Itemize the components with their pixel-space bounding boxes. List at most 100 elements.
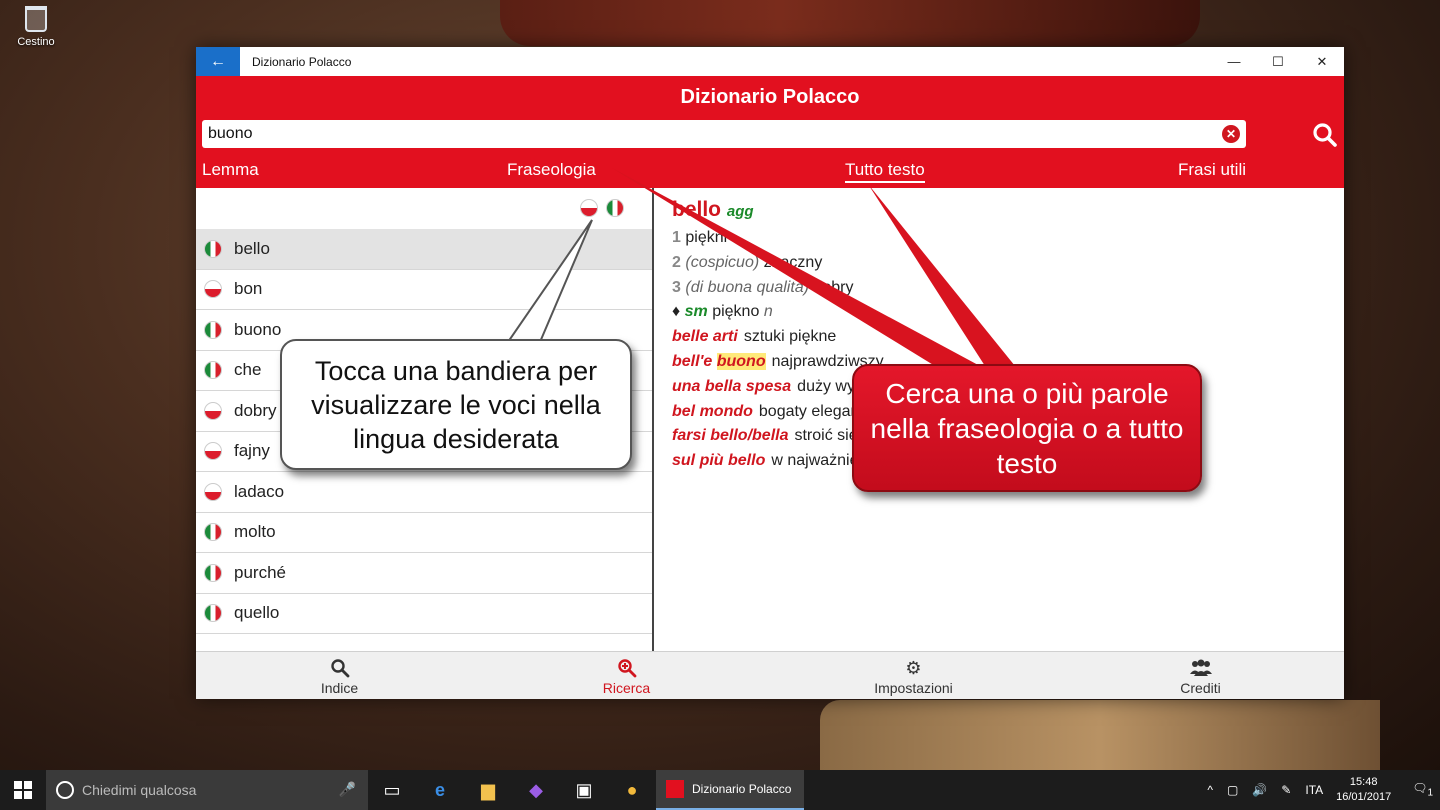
phrase-polish: sztuki piękne xyxy=(743,328,837,346)
minimize-button[interactable]: — xyxy=(1212,47,1256,76)
recycle-bin[interactable]: Cestino xyxy=(14,6,58,48)
start-button[interactable] xyxy=(0,770,46,810)
sense-3: 3 (di buona qualità) dobry xyxy=(672,276,1326,301)
microphone-icon[interactable]: 🎤 xyxy=(339,781,356,798)
desktop-book-top xyxy=(500,0,1200,46)
windows-icon xyxy=(14,781,32,799)
window-title: Dizionario Polacco xyxy=(252,54,352,69)
search-box: ✕ xyxy=(202,120,1246,148)
sense-noun: ♦ sm piękno n xyxy=(672,300,1326,325)
sense-2: 2 (cospicuo) znaczny xyxy=(672,251,1326,276)
tab-frasi-utili[interactable]: Frasi utili xyxy=(1178,160,1246,180)
list-item-label: dobry xyxy=(234,400,277,420)
arrow-left-icon: ← xyxy=(210,52,226,70)
dictionary-app-icon xyxy=(666,780,684,798)
notifications-icon[interactable]: 🗨1 xyxy=(1412,781,1433,798)
edge-icon[interactable]: e xyxy=(416,770,464,810)
polish-flag-icon xyxy=(204,442,222,461)
zoom-in-icon xyxy=(483,658,770,680)
visual-studio-icon[interactable]: ◆ xyxy=(512,770,560,810)
phrase-italian: farsi bello/bella xyxy=(672,427,789,445)
tab-fraseologia[interactable]: Fraseologia xyxy=(507,160,596,180)
list-item[interactable]: ladaco xyxy=(196,472,652,513)
phrase-italian: bell'e xyxy=(672,352,717,370)
headword: bello xyxy=(672,198,722,221)
phrase-1: belle arti sztuki piękne xyxy=(672,325,1326,350)
nav-indice[interactable]: Indice xyxy=(196,652,483,699)
nav-crediti[interactable]: Crediti xyxy=(1057,652,1344,699)
diamond-icon: ♦ xyxy=(672,303,681,321)
sense-1: 1 piękni xyxy=(672,226,1326,251)
app-title: Dizionario Polacco xyxy=(680,86,860,108)
list-item[interactable]: quello xyxy=(196,594,652,634)
chevron-up-icon[interactable]: ^ xyxy=(1207,783,1213,797)
clock-date: 16/01/2017 xyxy=(1336,791,1392,803)
nav-label: Crediti xyxy=(1180,680,1221,696)
sense-number: 3 xyxy=(672,278,681,296)
italian-flag-icon xyxy=(204,361,222,380)
list-item-label: ladaco xyxy=(234,481,285,501)
italian-flag-icon xyxy=(204,604,222,623)
flags-callout: Tocca una bandiera per visualizzare le v… xyxy=(280,339,632,470)
tab-lemma[interactable]: Lemma xyxy=(202,160,259,180)
sense-translation: piękni xyxy=(685,229,728,246)
search-input[interactable] xyxy=(208,125,1222,143)
sense-translation: piękno xyxy=(712,303,760,321)
part-of-speech: agg xyxy=(726,203,754,220)
language-indicator[interactable]: ITA xyxy=(1305,783,1323,797)
list-item[interactable]: purché xyxy=(196,553,652,594)
entry-headword: bello agg xyxy=(672,198,1326,222)
taskbar-search[interactable]: Chiedimi qualcosa 🎤 xyxy=(46,770,368,810)
system-tray: ^ ▢ 🔊 ✎ ITA 15:48 16/01/2017 🗨1 xyxy=(1200,770,1440,810)
volume-icon[interactable]: 🔊 xyxy=(1252,783,1267,797)
app-icon[interactable]: ● xyxy=(608,770,656,810)
list-item[interactable]: bon xyxy=(196,270,652,310)
store-icon[interactable]: ▣ xyxy=(560,770,608,810)
italian-flag-icon[interactable] xyxy=(606,199,624,217)
taskbar-search-placeholder: Chiedimi qualcosa xyxy=(82,782,197,798)
phrase-polish: stroić się xyxy=(794,427,858,445)
cortana-icon xyxy=(56,781,74,799)
gear-icon: ⚙ xyxy=(905,658,922,678)
search-icon[interactable] xyxy=(1312,122,1338,148)
list-item-label: molto xyxy=(234,522,276,542)
nav-label: Ricerca xyxy=(602,680,651,696)
list-item[interactable]: bello xyxy=(196,229,652,270)
list-item-label: bon xyxy=(234,279,263,299)
phrase-highlight: buono xyxy=(716,352,766,370)
polish-flag-icon[interactable] xyxy=(580,199,598,217)
task-view-icon[interactable]: ▭ xyxy=(368,770,416,810)
recycle-bin-icon xyxy=(25,6,47,32)
phrase-italian: bel mondo xyxy=(672,402,753,420)
gender-label: n xyxy=(763,303,773,321)
clock[interactable]: 15:48 16/01/2017 xyxy=(1336,775,1391,805)
clock-time: 15:48 xyxy=(1349,776,1378,788)
clear-search-icon[interactable]: ✕ xyxy=(1222,125,1240,143)
notification-count: 1 xyxy=(1427,787,1433,799)
sense-context: (cospicuo) xyxy=(685,253,760,271)
list-item-label: bello xyxy=(234,238,270,258)
network-icon[interactable]: ▢ xyxy=(1227,783,1238,797)
back-button[interactable]: ← xyxy=(196,47,240,76)
close-button[interactable]: ✕ xyxy=(1300,47,1344,76)
desktop-book-bottom xyxy=(820,700,1380,772)
app-header: Dizionario Polacco ✕ Lemma Fraseologia T… xyxy=(196,76,1344,188)
tab-tutto-testo[interactable]: Tutto testo xyxy=(845,160,925,183)
bottom-nav: Indice Ricerca ⚙ Impostazioni Crediti xyxy=(196,651,1344,699)
maximize-button[interactable]: ☐ xyxy=(1256,47,1300,76)
search-callout: Cerca una o più parole nella fraseologia… xyxy=(852,364,1202,492)
nav-impostazioni[interactable]: ⚙ Impostazioni xyxy=(770,652,1057,699)
sense-number: 2 xyxy=(672,253,681,271)
list-item[interactable]: molto xyxy=(196,513,652,553)
pen-icon[interactable]: ✎ xyxy=(1281,783,1291,797)
taskbar-app-dizionario[interactable]: Dizionario Polacco xyxy=(656,770,804,810)
polish-flag-icon xyxy=(204,401,222,420)
polish-flag-icon xyxy=(204,482,222,501)
nav-ricerca[interactable]: Ricerca xyxy=(483,652,770,699)
list-item-label: fajny xyxy=(234,441,270,461)
polish-flag-icon xyxy=(204,280,222,299)
file-explorer-icon[interactable]: ▆ xyxy=(464,770,512,810)
taskbar-app-label: Dizionario Polacco xyxy=(692,782,792,796)
italian-flag-icon xyxy=(204,239,222,258)
language-filter xyxy=(196,188,652,229)
